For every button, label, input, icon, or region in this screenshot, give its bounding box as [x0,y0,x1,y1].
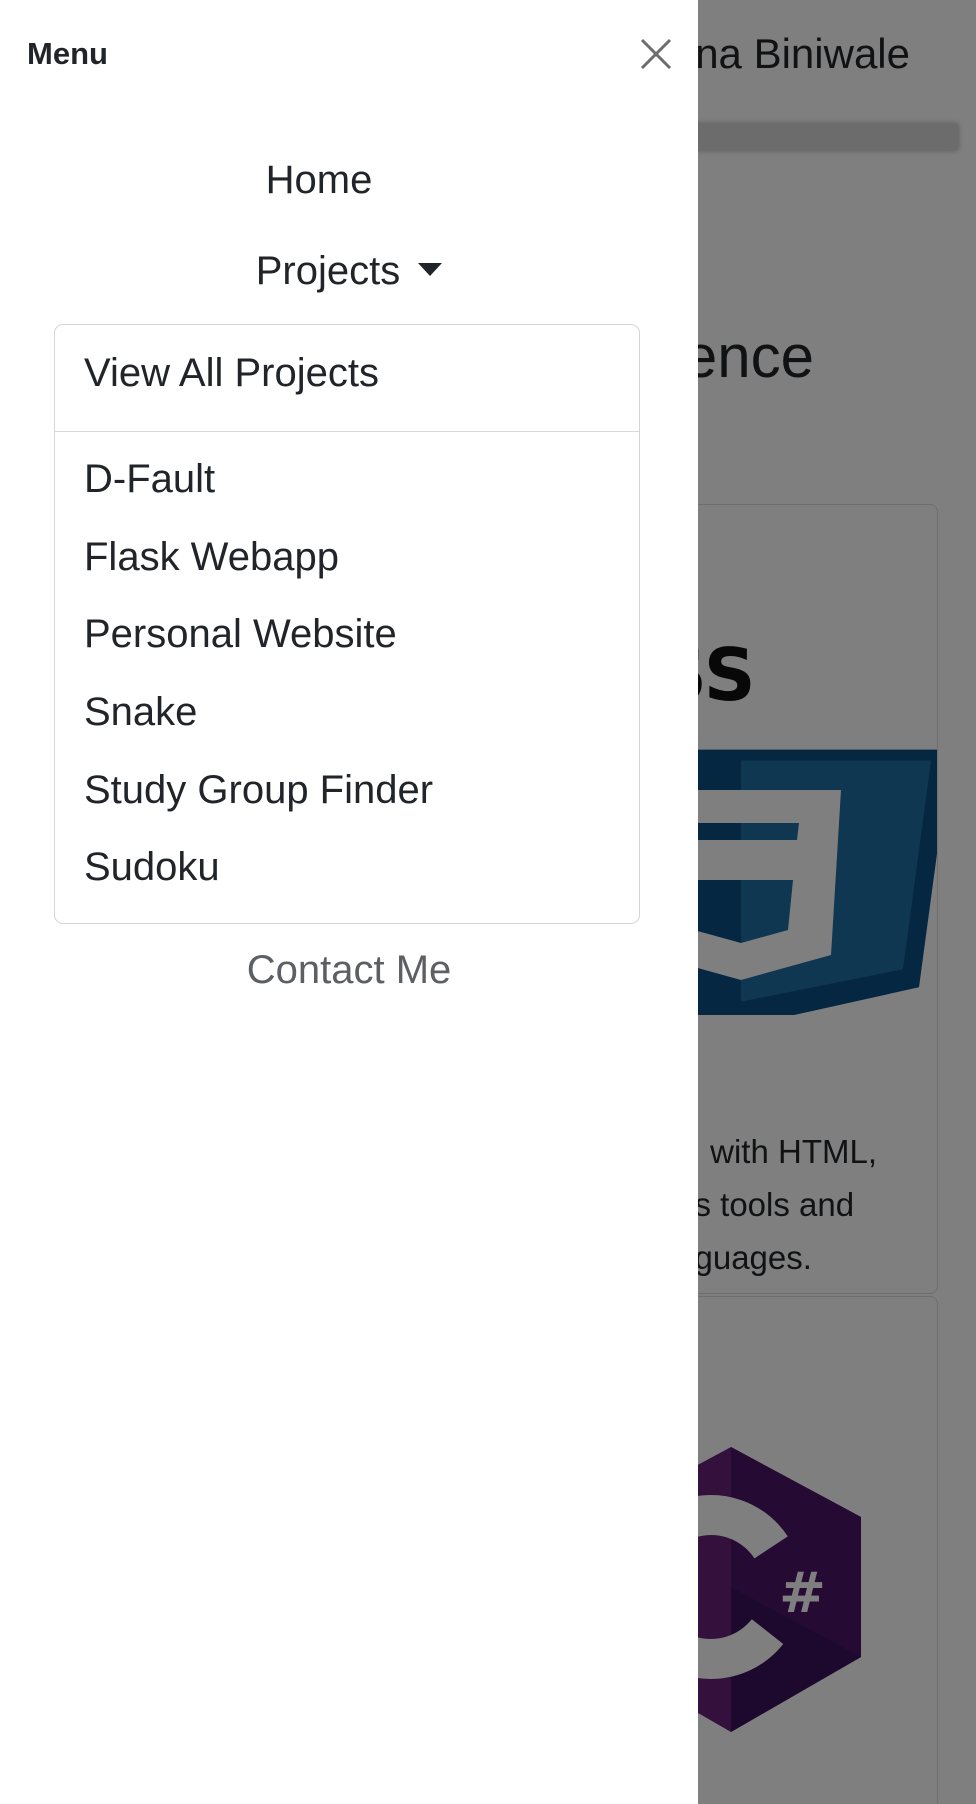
nav-link-projects[interactable]: Projects [0,249,698,294]
offcanvas-menu: Menu Home Projects View All Projects D-F… [0,0,698,1804]
page: na Biniwale ence CSS with HTML, us tools… [0,0,976,1804]
dropdown-item-view-all[interactable]: View All Projects [84,351,379,396]
caret-down-icon [418,262,443,276]
dropdown-item[interactable]: Snake [84,690,197,735]
close-button[interactable] [636,34,676,74]
dropdown-item[interactable]: Study Group Finder [84,768,433,813]
dropdown-divider [55,431,639,432]
nav-projects-label: Projects [255,249,401,293]
close-icon [640,38,672,70]
dropdown-item[interactable]: Personal Website [84,612,397,657]
projects-dropdown: View All Projects D-Fault Flask Webapp P… [54,324,640,924]
menu-title: Menu [27,36,108,71]
dropdown-item[interactable]: Flask Webapp [84,535,339,580]
nav-link-home[interactable]: Home [0,158,668,203]
dropdown-item[interactable]: Sudoku [84,845,220,890]
dropdown-item[interactable]: D-Fault [84,457,215,502]
nav-link-contact[interactable]: Contact Me [0,948,698,993]
